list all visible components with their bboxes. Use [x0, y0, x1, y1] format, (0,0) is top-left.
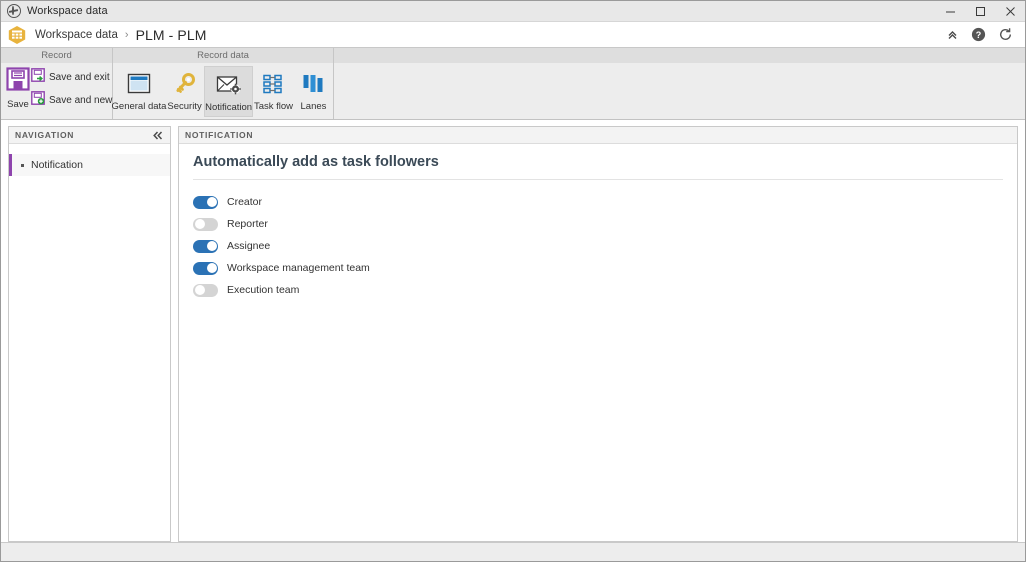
navigation-panel-title: NAVIGATION [15, 130, 75, 140]
content-panel-title: NOTIFICATION [185, 130, 254, 140]
sidebar-item-label: Notification [31, 159, 83, 171]
ribbon-button-lanes[interactable]: Lanes [294, 66, 333, 117]
toggle-switch-reporter[interactable] [193, 217, 218, 231]
title-bar: Workspace data [1, 1, 1025, 22]
ribbon-body: Save Save and exit Save and new General … [1, 63, 1025, 119]
ribbon-toolbar: Record Record data Save Save and exit Sa… [1, 48, 1025, 120]
ribbon-button-task-flow-label: Task flow [253, 101, 294, 112]
toggle-label-reporter: Reporter [227, 218, 268, 230]
lanes-bars-icon [301, 71, 325, 97]
breadcrumb-actions: ? [946, 27, 1025, 42]
save-variants-column: Save and exit Save and new [31, 63, 112, 110]
toggle-switch-execution-team[interactable] [193, 283, 218, 297]
navigation-list: Notification [9, 144, 170, 541]
save-button-label: Save [7, 99, 29, 110]
toggle-switch-assignee[interactable] [193, 239, 218, 253]
toggle-label-workspace-management-team: Workspace management team [227, 262, 370, 274]
help-icon[interactable]: ? [971, 27, 986, 42]
ribbon-button-general-data[interactable]: General data [111, 66, 167, 117]
toggle-row-execution-team[interactable]: Execution team [193, 279, 1003, 301]
task-grid-icon [262, 71, 286, 97]
toggle-row-reporter[interactable]: Reporter [193, 213, 1003, 235]
ribbon-button-security[interactable]: Security [165, 66, 204, 117]
ribbon-group-record: Save Save and exit Save and new [1, 63, 113, 119]
save-exit-icon [31, 68, 45, 87]
sidebar-item-notification[interactable]: Notification [9, 154, 170, 176]
ribbon-button-general-data-label: General data [111, 101, 167, 112]
maximize-icon[interactable] [965, 1, 995, 22]
save-new-icon [31, 91, 45, 110]
window-controls [935, 1, 1025, 22]
ribbon-button-notification-label: Notification [205, 102, 253, 113]
breadcrumb-parent[interactable]: Workspace data [35, 29, 118, 41]
close-icon[interactable] [995, 1, 1025, 22]
content-panel: NOTIFICATION Automatically add as task f… [178, 126, 1018, 542]
page-title: Automatically add as task followers [193, 154, 1003, 180]
ribbon-group-label-empty [334, 48, 1025, 63]
content-body: Automatically add as task followers Crea… [179, 144, 1017, 301]
ribbon-group-label-record: Record [1, 48, 113, 63]
breadcrumb-bar: Workspace data › PLM - PLM ? [1, 22, 1025, 48]
save-and-new-button[interactable]: Save and new [31, 91, 112, 110]
ribbon-group-record-data: General data Security Notification Task … [111, 63, 334, 119]
ribbon-button-notification[interactable]: Notification [204, 66, 254, 117]
status-bar [1, 542, 1025, 561]
ribbon-button-lanes-label: Lanes [300, 101, 327, 112]
ribbon-button-task-flow[interactable]: Task flow [253, 66, 294, 117]
save-and-exit-label: Save and exit [49, 72, 110, 83]
bullet-icon [21, 163, 24, 167]
window-title: Workspace data [27, 5, 108, 17]
save-floppy-icon [5, 66, 31, 97]
toggle-row-workspace-management-team[interactable]: Workspace management team [193, 257, 1003, 279]
toggle-row-assignee[interactable]: Assignee [193, 235, 1003, 257]
minimize-icon[interactable] [935, 1, 965, 22]
navigation-panel-header: NAVIGATION [9, 127, 170, 144]
toggle-label-assignee: Assignee [227, 240, 271, 252]
toggle-label-creator: Creator [227, 196, 263, 208]
ribbon-group-empty [334, 63, 1025, 119]
toggle-row-creator[interactable]: Creator [193, 191, 1003, 213]
key-icon [173, 71, 197, 97]
svg-text:?: ? [976, 30, 982, 40]
collapse-ribbon-icon[interactable] [946, 28, 959, 41]
ribbon-group-label-record-data: Record data [113, 48, 334, 63]
envelope-gear-icon [216, 72, 242, 98]
breadcrumb-separator: › [124, 28, 129, 41]
ribbon-group-labels: Record Record data [1, 48, 1025, 63]
workspace-hex-icon [7, 25, 27, 45]
application-window: Workspace data Workspace data › PLM - PL… [0, 0, 1026, 562]
globe-icon [7, 4, 21, 18]
work-area: NAVIGATION Notification NOTIFICATION Aut… [1, 120, 1025, 542]
ribbon-button-security-label: Security [167, 101, 202, 112]
toggle-switch-creator[interactable] [193, 195, 218, 209]
breadcrumb-current: PLM - PLM [135, 26, 207, 43]
toggle-switch-workspace-management-team[interactable] [193, 261, 218, 275]
refresh-icon[interactable] [998, 27, 1013, 42]
save-and-exit-button[interactable]: Save and exit [31, 68, 112, 87]
content-panel-header: NOTIFICATION [179, 127, 1017, 144]
save-and-new-label: Save and new [49, 95, 113, 106]
window-icon [127, 71, 151, 97]
navigation-panel: NAVIGATION Notification [8, 126, 171, 542]
save-button[interactable]: Save [5, 63, 31, 110]
chevrons-left-icon[interactable] [152, 130, 164, 141]
toggle-label-execution-team: Execution team [227, 284, 300, 296]
